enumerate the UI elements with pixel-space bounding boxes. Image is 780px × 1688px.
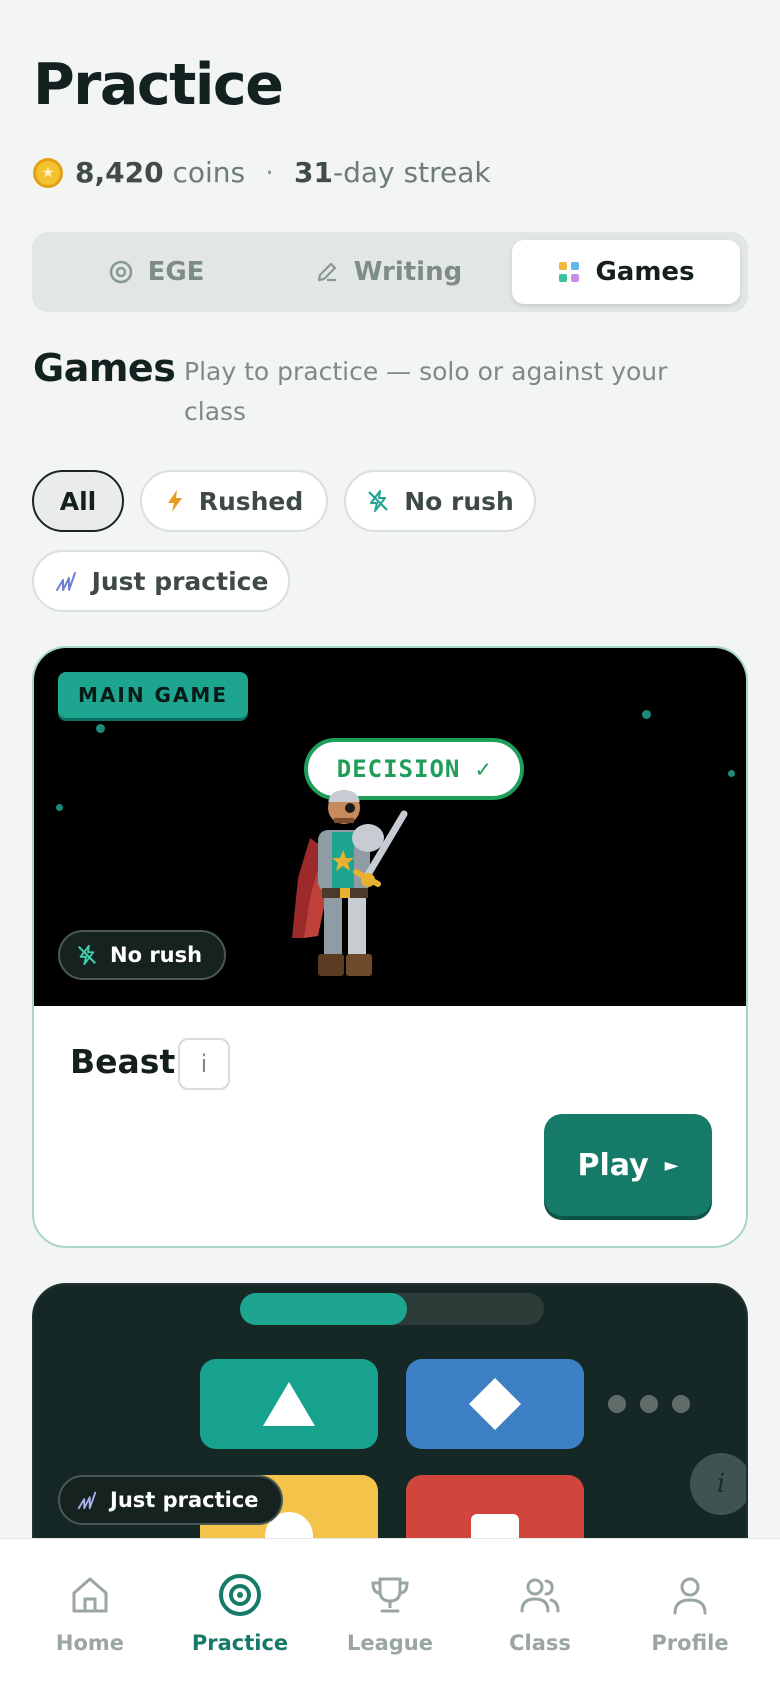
mode-pill-just-practice: Just practice [58, 1475, 283, 1525]
tab-label: Practice [191, 1631, 289, 1655]
segment-label: Writing [353, 257, 463, 287]
star-speck [96, 724, 105, 733]
filter-label: Rushed [198, 486, 304, 516]
filter-all[interactable]: All [32, 470, 124, 532]
mode-pill-no-rush: No rush [58, 930, 227, 980]
filter-just-practice[interactable]: Just practice [32, 550, 290, 612]
target-icon [217, 1569, 263, 1621]
play-label: Play [577, 1147, 649, 1183]
section-title: Games [33, 346, 176, 390]
user-icon [668, 1569, 712, 1621]
trophy-icon [368, 1569, 412, 1621]
stats-separator: · [265, 156, 275, 189]
tab-practice[interactable]: Practice [165, 1569, 315, 1655]
bottom-tab-bar: Home Practice League Class Profile [0, 1538, 780, 1688]
progress-fill [240, 1293, 408, 1325]
filter-label: All [59, 486, 97, 516]
filter-label: Just practice [91, 566, 269, 596]
star-speck [56, 804, 63, 811]
practice-chart-icon [54, 569, 78, 593]
lightning-off-icon [76, 944, 98, 966]
pencil-icon [314, 259, 340, 285]
info-icon[interactable]: i [690, 1453, 746, 1515]
mode-label: No rush [110, 943, 203, 967]
coin-icon: ★ [33, 157, 63, 188]
star-speck [642, 710, 651, 719]
knight-illustration [292, 790, 408, 976]
home-icon [68, 1569, 112, 1621]
coins-label-text: coins [172, 156, 246, 189]
info-button[interactable]: i [178, 1038, 230, 1090]
diamond-tile [406, 1359, 584, 1449]
coins-label [164, 156, 173, 189]
tab-league[interactable]: League [315, 1569, 465, 1655]
filter-no-rush[interactable]: No rush [344, 470, 536, 532]
coins-value: 8,420 [75, 156, 164, 189]
segment-ege[interactable]: EGE [40, 240, 272, 304]
tab-home[interactable]: Home [15, 1569, 165, 1655]
lightning-icon [165, 489, 185, 513]
page-title: Practice [33, 52, 284, 118]
game-card-beast[interactable]: MAIN GAME DECISION ✓ No rush Beast i Pla… [32, 646, 748, 1248]
stats-row: ★ 8,420 coins · 31 -day streak [33, 156, 491, 189]
filter-label: No rush [404, 486, 514, 516]
game-name: Beast [70, 1042, 176, 1081]
lightning-off-icon [366, 489, 390, 513]
diamond-icon [469, 1378, 521, 1430]
main-game-badge: MAIN GAME [58, 672, 248, 718]
triangle-tile [200, 1359, 378, 1449]
tab-profile[interactable]: Profile [615, 1569, 765, 1655]
triangle-icon [263, 1382, 315, 1426]
dots-grid-icon [557, 260, 581, 284]
more-options-icon [608, 1395, 690, 1413]
mode-label: Just practice [110, 1488, 259, 1512]
practice-chart-icon [76, 1489, 98, 1511]
play-arrow-icon: ► [664, 1154, 679, 1176]
tab-label: Class [509, 1631, 571, 1655]
section-subtitle: Play to practice — solo or against your … [184, 357, 668, 426]
segment-games[interactable]: Games [512, 240, 740, 304]
users-icon [518, 1569, 562, 1621]
tab-label: Home [55, 1631, 125, 1655]
segment-label: EGE [147, 257, 205, 287]
target-icon [108, 259, 134, 285]
tab-label: League [346, 1631, 434, 1655]
segment-label: Games [595, 257, 695, 287]
streak-value: 31 [294, 156, 333, 189]
mode-segmented-control: EGE Writing Games [32, 232, 748, 312]
tab-label: Profile [651, 1631, 729, 1655]
play-button[interactable]: Play ► [544, 1114, 712, 1216]
segment-writing[interactable]: Writing [272, 240, 504, 304]
game-banner: MAIN GAME DECISION ✓ No rush [34, 648, 746, 1006]
streak-label: -day streak [333, 156, 491, 189]
star-speck [728, 770, 735, 777]
practice-screen: Practice ★ 8,420 coins · 31 -day streak … [0, 0, 780, 1688]
filter-rushed[interactable]: Rushed [140, 470, 328, 532]
tab-class[interactable]: Class [465, 1569, 615, 1655]
progress-bar [240, 1293, 544, 1325]
